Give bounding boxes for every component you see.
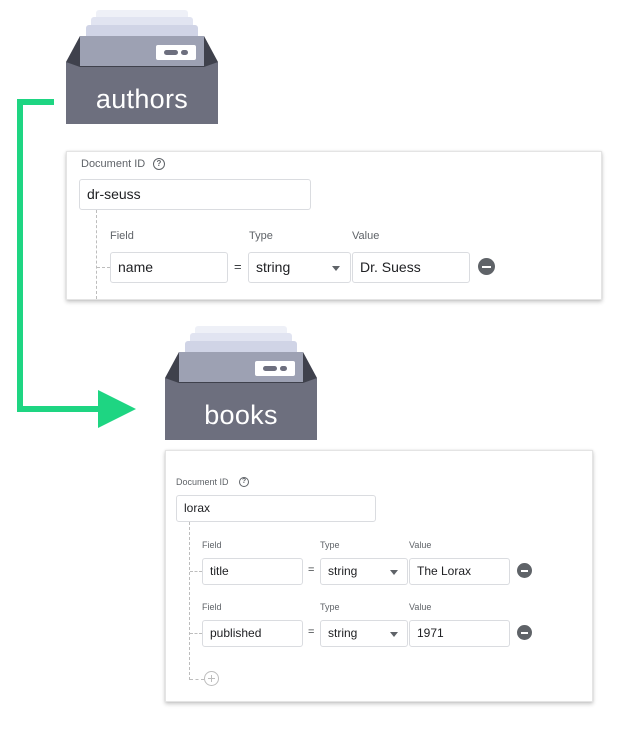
chevron-down-icon [390, 632, 398, 637]
field-tree-branch [190, 679, 204, 680]
field-name-input[interactable]: title [202, 558, 303, 585]
field-tree-branch [97, 267, 110, 268]
equals-sign: = [308, 564, 315, 576]
value-input[interactable]: 1971 [409, 620, 510, 647]
field-name-input[interactable]: name [110, 252, 228, 283]
chevron-down-icon [332, 266, 340, 271]
connector-arrow-head [98, 390, 136, 428]
help-icon[interactable]: ? [153, 158, 165, 170]
value-input[interactable]: Dr. Suess [352, 252, 470, 283]
books-document-card: Document ID ? lorax Field Type Value tit… [165, 450, 593, 702]
type-select[interactable]: string [320, 558, 408, 585]
field-name-input[interactable]: published [202, 620, 303, 647]
books-collection-icon: books [165, 326, 317, 440]
field-column-label: Field [110, 230, 134, 242]
type-column-label: Type [320, 540, 340, 550]
document-id-label: Document ID [176, 477, 229, 487]
help-icon[interactable]: ? [239, 477, 249, 487]
document-id-input[interactable]: dr-seuss [79, 179, 311, 210]
remove-field-icon[interactable] [478, 258, 495, 275]
collection-name: authors [95, 84, 189, 114]
equals-sign: = [308, 626, 315, 638]
type-select-value: string [328, 626, 358, 640]
add-field-icon[interactable] [204, 671, 219, 686]
field-tree-branch [190, 571, 202, 572]
document-id-label: Document ID [81, 158, 146, 170]
type-select-value: string [328, 564, 358, 578]
type-column-label: Type [320, 602, 340, 612]
field-column-label: Field [202, 602, 222, 612]
value-column-label: Value [352, 230, 380, 242]
type-select[interactable]: string [248, 252, 351, 283]
field-tree-line [189, 522, 190, 680]
field-column-label: Field [202, 540, 222, 550]
authors-document-card: Document ID ? dr-seuss Field Type Value … [66, 151, 602, 300]
remove-field-icon[interactable] [517, 563, 532, 578]
equals-sign: = [234, 259, 242, 274]
document-id-input[interactable]: lorax [176, 495, 376, 522]
value-column-label: Value [409, 602, 432, 612]
value-column-label: Value [409, 540, 432, 550]
remove-field-icon[interactable] [517, 625, 532, 640]
field-tree-line [96, 210, 97, 299]
type-select[interactable]: string [320, 620, 408, 647]
chevron-down-icon [390, 570, 398, 575]
collection-name: books [204, 400, 278, 430]
type-select-value: string [256, 259, 291, 275]
value-input[interactable]: The Lorax [409, 558, 510, 585]
authors-collection-icon: authors [66, 10, 218, 124]
field-tree-branch [190, 633, 202, 634]
type-column-label: Type [249, 230, 273, 242]
